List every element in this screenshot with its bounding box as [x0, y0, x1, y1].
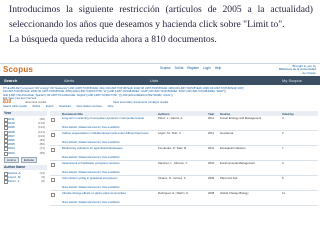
result-cited-by[interactable]: 2: [282, 131, 284, 135]
author-filter-row[interactable]: Pérez, J. (8): [3, 179, 47, 185]
result-year: 2011: [208, 116, 215, 120]
year-filter-heading[interactable]: Year: [3, 111, 47, 116]
top-links: Scopus SciVal Register Login Help: [160, 66, 224, 70]
result-year: 2008: [208, 191, 215, 195]
refine-sidebar: Year 2011 (98) 2010 (176) 2009 (142) 2008 (1…: [3, 111, 47, 241]
checkbox[interactable]: [51, 162, 55, 167]
top-link[interactable]: SciVal: [175, 66, 184, 70]
year-label: 2003: [8, 150, 15, 155]
result-row: Long-term monitoring of ecosystem dynami…: [50, 116, 318, 131]
result-title[interactable]: Soil nutrient cycling in grassland ecosy…: [62, 176, 154, 180]
result-actions: Search within results Refine Export Down…: [3, 105, 317, 109]
institution-info: Brought to you by Biblioteca de la Unive…: [274, 64, 316, 75]
result-source[interactable]: Forest Ecology and Management: [220, 116, 268, 120]
result-title[interactable]: Biodiversity indicators for agricultural…: [62, 146, 154, 150]
caption-result-note: La búsqueda queda reducida ahora a 810 d…: [9, 34, 217, 45]
result-row: Climate change effects on alpine plant c…: [50, 191, 318, 206]
result-row: Carbon sequestration in Mediterranean so…: [50, 131, 318, 146]
result-year: 2011: [208, 131, 215, 135]
result-links[interactable]: Show abstract | Related documents | View…: [62, 156, 120, 159]
result-links[interactable]: Show abstract | Related documents | View…: [62, 186, 120, 189]
result-title[interactable]: Carbon sequestration in Mediterranean so…: [62, 131, 154, 135]
exclude-button[interactable]: Exclude: [20, 156, 37, 163]
action-search-within[interactable]: Search within results: [3, 105, 27, 108]
author-filter-heading[interactable]: Author Name: [3, 164, 47, 170]
checkbox[interactable]: [51, 147, 55, 152]
results-list: Document title Authors Year Source Cited…: [50, 111, 318, 241]
result-year: 2009: [208, 176, 215, 180]
scopus-logo[interactable]: Scopus: [3, 65, 33, 74]
top-link[interactable]: Register: [187, 66, 199, 70]
result-cited-by[interactable]: 5: [282, 176, 284, 180]
caption-instruction: Introducimos la siguiente restricción (a…: [9, 4, 313, 30]
action-export[interactable]: Export: [46, 105, 54, 108]
action-more[interactable]: More: [108, 105, 114, 108]
action-refine[interactable]: Refine: [33, 105, 41, 108]
result-links[interactable]: Show abstract | Related documents | View…: [62, 171, 120, 174]
limit-to-button[interactable]: Limit to: [4, 156, 20, 163]
institution-line: de Oviedo: [302, 70, 316, 75]
scopus-screenshot: Scopus Scopus SciVal Register Login Help…: [0, 63, 320, 241]
result-year: 2010: [208, 146, 215, 150]
result-cited-by[interactable]: 7: [282, 146, 284, 150]
action-download[interactable]: Download: [59, 105, 71, 108]
nav-search[interactable]: Search: [4, 78, 17, 83]
checkbox[interactable]: [51, 192, 55, 197]
result-cited-by[interactable]: 11: [282, 191, 285, 195]
top-bar: Scopus Scopus SciVal Register Login Help…: [0, 64, 320, 76]
caption: Introducimos la siguiente restricción (a…: [9, 2, 313, 47]
result-source[interactable]: Geoderma: [220, 131, 268, 135]
top-link[interactable]: Scopus: [160, 66, 171, 70]
result-row: Soil nutrient cycling in grassland ecosy…: [50, 176, 318, 191]
checkbox[interactable]: [51, 117, 55, 122]
result-authors[interactable]: Álvarez, D.; Gómez, F.: [158, 176, 204, 180]
result-source[interactable]: Ecological Indicators: [220, 146, 268, 150]
result-authors[interactable]: Rodríguez, E.; Martín, S.: [158, 191, 204, 195]
author-label: Pérez, J.: [8, 179, 20, 184]
result-authors[interactable]: Fernández, P.; Díaz, R.: [158, 146, 204, 150]
result-links[interactable]: Show abstract | Related documents | View…: [62, 201, 120, 204]
result-title[interactable]: Long-term monitoring of ecosystem dynami…: [62, 116, 154, 120]
result-authors[interactable]: López, M.; Ruiz, C.: [158, 131, 204, 135]
checkbox[interactable]: [51, 132, 55, 137]
result-authors[interactable]: Pérez, J.; García, A.: [158, 116, 204, 120]
result-links[interactable]: Show abstract | Related documents | View…: [62, 126, 120, 129]
result-title[interactable]: Assessment of freshwater ecosystem servi…: [62, 161, 154, 165]
result-row: Biodiversity indicators for agricultural…: [50, 146, 318, 161]
action-citation-overview[interactable]: View citation overview: [76, 105, 101, 108]
checkbox[interactable]: [51, 177, 55, 182]
result-cited-by[interactable]: 3: [282, 161, 284, 165]
nav-lists[interactable]: Lists: [150, 78, 158, 83]
nav-alerts[interactable]: Alerts: [64, 78, 74, 83]
result-authors[interactable]: Sánchez, L.; Moreno, T.: [158, 161, 204, 165]
result-source[interactable]: Plant and Soil: [220, 176, 268, 180]
result-cited-by[interactable]: 4: [282, 116, 284, 120]
result-links[interactable]: Show abstract | Related documents | View…: [62, 141, 120, 144]
top-link[interactable]: Help: [215, 66, 222, 70]
nav-my-scopus[interactable]: My Scopus: [282, 78, 302, 83]
year-count: (58): [39, 150, 45, 155]
main-nav: Search Alerts Lists My Scopus: [0, 76, 320, 85]
author-count: (8): [41, 179, 45, 184]
result-year: 2010: [208, 161, 215, 165]
result-tools[interactable]: View secondary documents | Analyze resul…: [113, 100, 168, 104]
result-source[interactable]: Environmental Management: [220, 161, 268, 165]
result-count-label: document results: [25, 100, 47, 104]
top-link[interactable]: Login: [203, 66, 211, 70]
result-title[interactable]: Climate change effects on alpine plant c…: [62, 191, 154, 195]
result-row: Assessment of freshwater ecosystem servi…: [50, 161, 318, 176]
year-filter-row[interactable]: 2003 (58): [3, 150, 47, 156]
result-source[interactable]: Global Change Biology: [220, 191, 268, 195]
